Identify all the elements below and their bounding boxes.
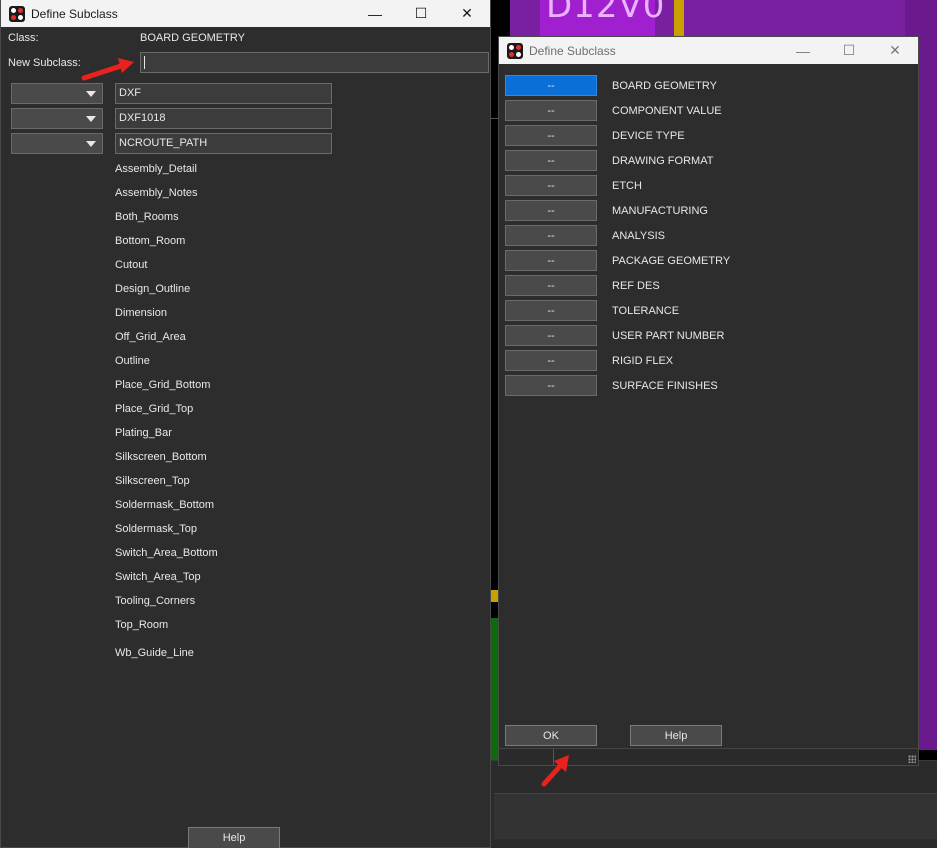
subclass-list-item: Tooling_Corners (115, 595, 196, 607)
maximize-button[interactable]: ☐ (398, 0, 444, 27)
subclass-list-item: Silkscreen_Top (115, 475, 190, 487)
subclass-list-item: Assembly_Detail (115, 163, 197, 175)
subclass-list-item: Both_Rooms (115, 211, 179, 223)
app-icon (9, 5, 25, 22)
status-divider (553, 749, 554, 765)
class-analysis-button[interactable]: -- (505, 225, 597, 246)
title-bar[interactable]: Define Subclass — ☐ ✕ (1, 0, 490, 27)
help-button[interactable]: Help (188, 827, 280, 848)
class-name: TOLERANCE (612, 305, 680, 317)
close-button[interactable]: ✕ (872, 37, 918, 64)
class-name: USER PART NUMBER (612, 330, 725, 342)
subclass-list-item: Switch_Area_Top (115, 571, 201, 583)
subclass-list-item: Soldermask_Bottom (115, 499, 215, 511)
subclass-list-item: Design_Outline (115, 283, 191, 295)
subclass-name-field[interactable]: DXF1018 (115, 108, 332, 129)
minimize-button[interactable]: — (352, 0, 398, 27)
subclass-name-field[interactable]: DXF (115, 83, 332, 104)
subclass-list-item: Plating_Bar (115, 427, 172, 439)
define-subclass-dialog-right: Define Subclass — ☐ ✕ -- BOARD GEOMETRY … (498, 36, 919, 766)
subclass-list-item: Off_Grid_Area (115, 331, 186, 343)
class-drawing-format-button[interactable]: -- (505, 150, 597, 171)
class-component-value-button[interactable]: -- (505, 100, 597, 121)
class-ref-des-button[interactable]: -- (505, 275, 597, 296)
subclass-list-item: Cutout (115, 259, 148, 271)
pcb-yellow-trace (674, 0, 684, 38)
new-subclass-label: New Subclass: (8, 57, 81, 69)
window-title: Define Subclass (529, 43, 616, 58)
status-bar (499, 748, 918, 765)
subclass-list-item: Silkscreen_Bottom (115, 451, 207, 463)
subclass-list-item: Assembly_Notes (115, 187, 198, 199)
minimize-button[interactable]: — (780, 37, 826, 64)
class-tolerance-button[interactable]: -- (505, 300, 597, 321)
app-command-area[interactable] (494, 793, 937, 839)
class-name: REF DES (612, 280, 660, 292)
class-surface-finishes-button[interactable]: -- (505, 375, 597, 396)
subclass-list-item: Dimension (115, 307, 167, 319)
class-name: ETCH (612, 180, 642, 192)
help-button[interactable]: Help (630, 725, 722, 746)
class-name: ANALYSIS (612, 230, 665, 242)
close-button[interactable]: ✕ (444, 0, 490, 27)
subclass-list-item: Soldermask_Top (115, 523, 197, 535)
title-bar[interactable]: Define Subclass — ☐ ✕ (499, 37, 918, 64)
chevron-down-icon (86, 91, 96, 97)
chevron-down-icon (86, 141, 96, 147)
class-label: Class: (8, 32, 39, 44)
subclass-list-item: Top_Room (115, 619, 169, 631)
window-title: Define Subclass (31, 6, 118, 21)
subclass-list-item: Outline (115, 355, 150, 367)
class-board-geometry-button[interactable]: -- (505, 75, 597, 96)
define-subclass-dialog-left: Define Subclass — ☐ ✕ Class: BOARD GEOME… (0, 0, 491, 848)
class-device-type-button[interactable]: -- (505, 125, 597, 146)
class-name: SURFACE FINISHES (612, 380, 718, 392)
subclass-list-item: Bottom_Room (115, 235, 186, 247)
subclass-list-item: Switch_Area_Bottom (115, 547, 218, 559)
class-name: DEVICE TYPE (612, 130, 685, 142)
pcb-board-label: D12V0 (546, 0, 666, 26)
class-etch-button[interactable]: -- (505, 175, 597, 196)
chevron-down-icon (86, 116, 96, 122)
subclass-list-item: Wb_Guide_Line (115, 647, 194, 659)
class-name: BOARD GEOMETRY (612, 80, 717, 92)
class-name: DRAWING FORMAT (612, 155, 714, 167)
class-package-geometry-button[interactable]: -- (505, 250, 597, 271)
class-name: RIGID FLEX (612, 355, 674, 367)
ok-button[interactable]: OK (505, 725, 597, 746)
class-manufacturing-button[interactable]: -- (505, 200, 597, 221)
subclass-action-dropdown[interactable] (11, 108, 103, 129)
class-name: COMPONENT VALUE (612, 105, 722, 117)
subclass-name-field[interactable]: NCROUTE_PATH (115, 133, 332, 154)
maximize-button[interactable]: ☐ (826, 37, 872, 64)
new-subclass-input[interactable] (140, 52, 489, 73)
class-name: MANUFACTURING (612, 205, 708, 217)
resize-grip-icon[interactable] (908, 755, 916, 763)
subclass-action-dropdown[interactable] (11, 83, 103, 104)
class-user-part-number-button[interactable]: -- (505, 325, 597, 346)
class-rigid-flex-button[interactable]: -- (505, 350, 597, 371)
class-name: PACKAGE GEOMETRY (612, 255, 731, 267)
app-bottom-panel (490, 760, 937, 848)
class-value: BOARD GEOMETRY (140, 32, 245, 44)
app-icon (507, 42, 523, 59)
text-cursor (144, 56, 145, 69)
subclass-list-item: Place_Grid_Bottom (115, 379, 211, 391)
subclass-action-dropdown[interactable] (11, 133, 103, 154)
subclass-list-item: Place_Grid_Top (115, 403, 194, 415)
